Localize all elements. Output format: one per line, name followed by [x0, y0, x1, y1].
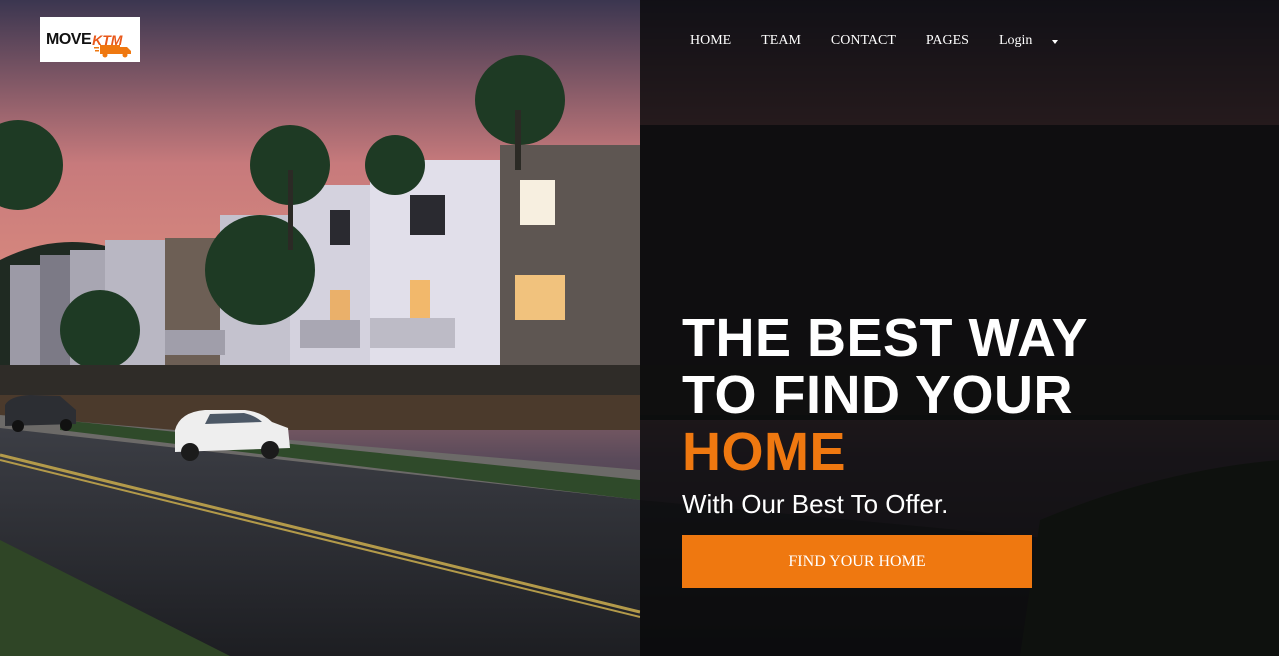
- nav-item-login[interactable]: Login: [999, 33, 1032, 49]
- nav-item-contact[interactable]: CONTACT: [831, 33, 896, 49]
- caret-down-icon[interactable]: [1052, 40, 1059, 44]
- nav-item-home[interactable]: HOME: [690, 33, 731, 49]
- nav-item-team[interactable]: TEAM: [761, 33, 801, 49]
- headline-line-1: THE BEST WAY: [682, 308, 1089, 368]
- hero-headline: THE BEST WAY TO FIND YOUR HOME: [682, 310, 1242, 481]
- find-your-home-button[interactable]: FIND YOUR HOME: [682, 535, 1032, 588]
- headline-line-2: TO FIND YOUR: [682, 365, 1074, 425]
- hero-subheading: With Our Best To Offer.: [682, 489, 949, 519]
- main-nav: HOME TEAM CONTACT PAGES Login: [690, 33, 1059, 49]
- site-logo[interactable]: MOVE KTM: [40, 17, 140, 62]
- headline-accent: HOME: [682, 422, 846, 482]
- truck-icon: [94, 45, 131, 58]
- logo-text: MOVE: [46, 30, 92, 48]
- nav-item-pages[interactable]: PAGES: [926, 33, 969, 49]
